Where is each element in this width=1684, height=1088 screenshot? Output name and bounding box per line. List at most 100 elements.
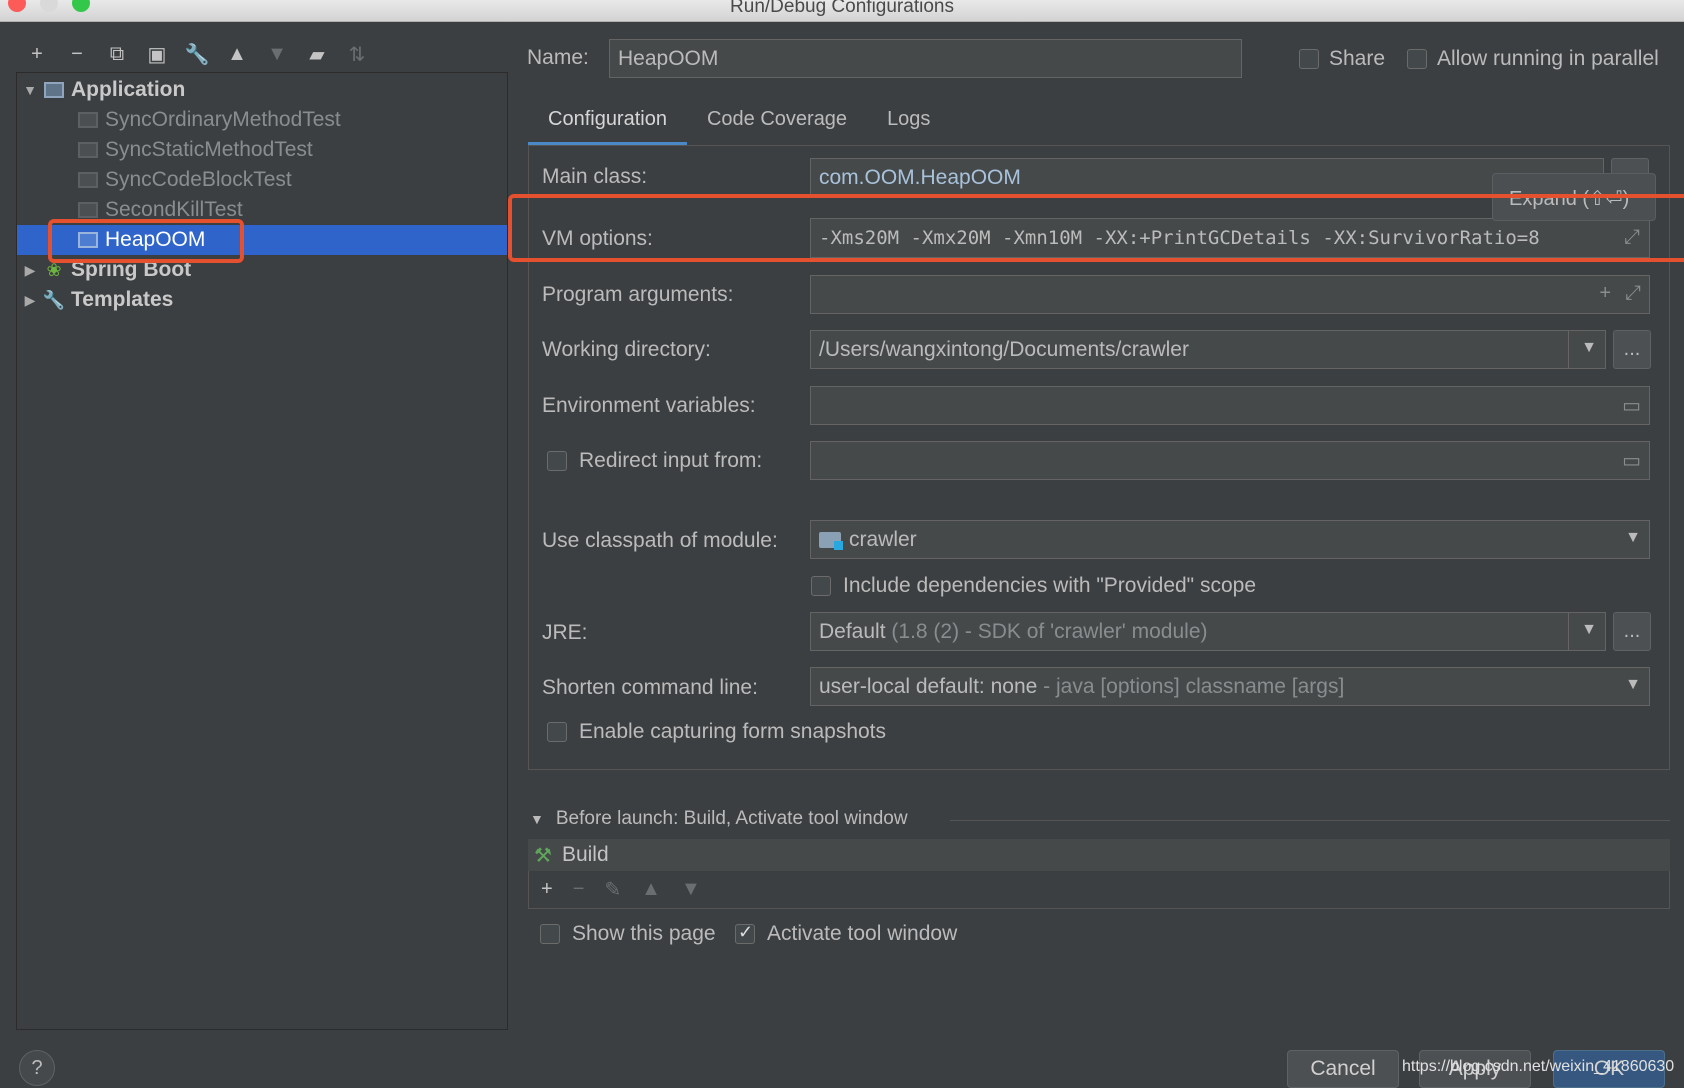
checkbox-box[interactable] xyxy=(735,922,755,944)
tree-node-label: Application xyxy=(71,78,186,101)
name-input[interactable]: HeapOOM xyxy=(609,39,1242,78)
tree-node-application[interactable]: ▼ Application xyxy=(17,75,507,105)
jre-value: Default xyxy=(819,620,886,643)
redirect-input-field[interactable]: ▭ xyxy=(810,441,1650,480)
configuration-tree: ▼ Application SyncOrdinaryMethodTest Syn… xyxy=(16,72,508,1030)
share-label: Share xyxy=(1329,47,1386,70)
shorten-command-line-label: Shorten command line: xyxy=(542,676,758,699)
config-icon xyxy=(78,172,98,188)
enable-snapshots-checkbox[interactable]: Enable capturing form snapshots xyxy=(547,720,886,744)
sort-icon[interactable]: ⇅ xyxy=(340,38,374,70)
arrow-down-icon[interactable]: ▼ xyxy=(260,38,294,70)
tab-logs[interactable]: Logs xyxy=(867,100,950,146)
activate-tool-window-checkbox[interactable]: Activate tool window xyxy=(735,922,957,946)
arrow-up-icon[interactable]: ▲ xyxy=(220,38,254,70)
arrow-down-icon[interactable]: ▼ xyxy=(681,878,701,901)
chevron-down-icon[interactable]: ▼ xyxy=(1625,529,1641,547)
plus-icon[interactable]: + xyxy=(541,878,553,901)
checkbox-box[interactable] xyxy=(547,722,567,742)
config-icon xyxy=(78,142,98,158)
checkbox-box[interactable] xyxy=(547,451,567,471)
before-launch-toolbar: + − ✎ ▲ ▼ xyxy=(528,871,1670,909)
shorten-hint: - java [options] classname [args] xyxy=(1043,675,1345,698)
include-dependencies-label: Include dependencies with "Provided" sco… xyxy=(843,574,1257,597)
module-folder-icon xyxy=(819,531,843,550)
cancel-button[interactable]: Cancel xyxy=(1287,1050,1399,1088)
minus-icon[interactable]: − xyxy=(573,878,585,901)
program-arguments-label: Program arguments: xyxy=(542,283,734,306)
folder-icon[interactable]: ▭ xyxy=(1622,448,1641,473)
jre-label: JRE: xyxy=(542,621,588,644)
before-launch-task-build[interactable]: ⚒ Build xyxy=(528,839,1670,871)
config-icon xyxy=(78,112,98,128)
include-dependencies-checkbox[interactable]: Include dependencies with "Provided" sco… xyxy=(811,574,1256,598)
config-toolbar: + − ⧉ ▣ 🔧 ▲ ▼ ▰ ⇅ xyxy=(20,38,374,70)
environment-variables-input[interactable]: ▭ xyxy=(810,386,1650,425)
before-launch-header[interactable]: ▼ Before launch: Build, Activate tool wi… xyxy=(530,808,908,830)
jre-combo[interactable]: Default (1.8 (2) - SDK of 'crawler' modu… xyxy=(810,612,1606,651)
classpath-label: Use classpath of module: xyxy=(542,529,778,552)
tree-node-templates[interactable]: ▶ 🔧 Templates xyxy=(17,285,507,315)
window-title-bar: Run/Debug Configurations xyxy=(0,0,1684,22)
chevron-down-icon[interactable]: ▼ xyxy=(530,811,544,827)
main-class-label: Main class: xyxy=(542,165,648,188)
working-directory-browse-button[interactable]: ... xyxy=(1613,330,1651,369)
wrench-icon[interactable]: 🔧 xyxy=(180,38,214,70)
application-icon xyxy=(44,82,64,98)
shorten-command-line-select[interactable]: user-local default: none - java [options… xyxy=(810,667,1650,706)
tree-item[interactable]: SyncStaticMethodTest xyxy=(17,135,507,165)
folder-add-icon[interactable]: ▰ xyxy=(300,38,334,70)
checkbox-box[interactable] xyxy=(811,576,831,596)
chevron-down-icon[interactable]: ▼ xyxy=(17,82,43,98)
tab-configuration[interactable]: Configuration xyxy=(528,100,687,146)
chevron-down-icon[interactable]: ▼ xyxy=(1625,676,1641,694)
plus-icon[interactable]: + xyxy=(20,38,54,70)
tab-code-coverage[interactable]: Code Coverage xyxy=(687,100,867,146)
working-directory-combo[interactable]: /Users/wangxintong/Documents/crawler ▼ xyxy=(810,330,1606,369)
window-title: Run/Debug Configurations xyxy=(730,0,954,17)
hammer-icon: ⚒ xyxy=(534,844,552,867)
before-launch-title: Before launch: Build, Activate tool wind… xyxy=(555,808,908,829)
checkbox-box[interactable] xyxy=(1407,49,1427,69)
name-label: Name: xyxy=(527,46,589,69)
watermark-text: https://blog.csdn.net/weixin_41860630 xyxy=(1402,1058,1675,1075)
classpath-module-select[interactable]: crawler ▼ xyxy=(810,520,1650,559)
arrow-up-icon[interactable]: ▲ xyxy=(641,878,661,901)
highlight-annotation xyxy=(508,194,1684,262)
highlight-annotation xyxy=(48,219,244,263)
classpath-value: crawler xyxy=(849,527,917,551)
tree-item-label: SyncOrdinaryMethodTest xyxy=(105,108,341,131)
save-icon[interactable]: ▣ xyxy=(140,38,174,70)
checkbox-box[interactable] xyxy=(540,924,560,944)
show-this-page-checkbox[interactable]: Show this page xyxy=(540,922,716,946)
plus-icon[interactable]: + xyxy=(1599,282,1611,305)
help-button[interactable]: ? xyxy=(19,1050,55,1086)
checkbox-box[interactable] xyxy=(1299,49,1319,69)
config-icon xyxy=(78,202,98,218)
spring-boot-icon: ❀ xyxy=(46,259,62,280)
tab-bar: Configuration Code Coverage Logs xyxy=(528,100,950,146)
working-directory-value: /Users/wangxintong/Documents/crawler xyxy=(819,338,1189,361)
main-class-input[interactable]: com.OOM.HeapOOM xyxy=(810,158,1604,197)
activate-tool-window-label: Activate tool window xyxy=(767,922,958,945)
chevron-right-icon[interactable]: ▶ xyxy=(17,292,43,309)
redirect-input-checkbox[interactable]: Redirect input from: xyxy=(547,449,762,473)
copy-icon[interactable]: ⧉ xyxy=(100,38,134,70)
pencil-icon[interactable]: ✎ xyxy=(604,877,621,902)
chevron-right-icon[interactable]: ▶ xyxy=(17,262,43,279)
minus-icon[interactable]: − xyxy=(60,38,94,70)
chevron-down-icon[interactable]: ▼ xyxy=(1581,339,1597,357)
parallel-checkbox[interactable]: Allow running in parallel xyxy=(1407,47,1659,71)
chevron-down-icon[interactable]: ▼ xyxy=(1581,621,1597,639)
tree-item[interactable]: SyncOrdinaryMethodTest xyxy=(17,105,507,135)
enable-snapshots-label: Enable capturing form snapshots xyxy=(579,720,887,743)
program-arguments-input[interactable]: + ⤢ xyxy=(810,275,1650,314)
tree-item[interactable]: SyncCodeBlockTest xyxy=(17,165,507,195)
environment-variables-label: Environment variables: xyxy=(542,394,756,417)
jre-browse-button[interactable]: ... xyxy=(1613,612,1651,651)
folder-icon[interactable]: ▭ xyxy=(1622,393,1641,418)
expand-icon[interactable]: ⤢ xyxy=(1625,282,1641,305)
parallel-label: Allow running in parallel xyxy=(1437,47,1659,70)
share-checkbox[interactable]: Share xyxy=(1299,47,1385,71)
divider xyxy=(950,820,1670,821)
